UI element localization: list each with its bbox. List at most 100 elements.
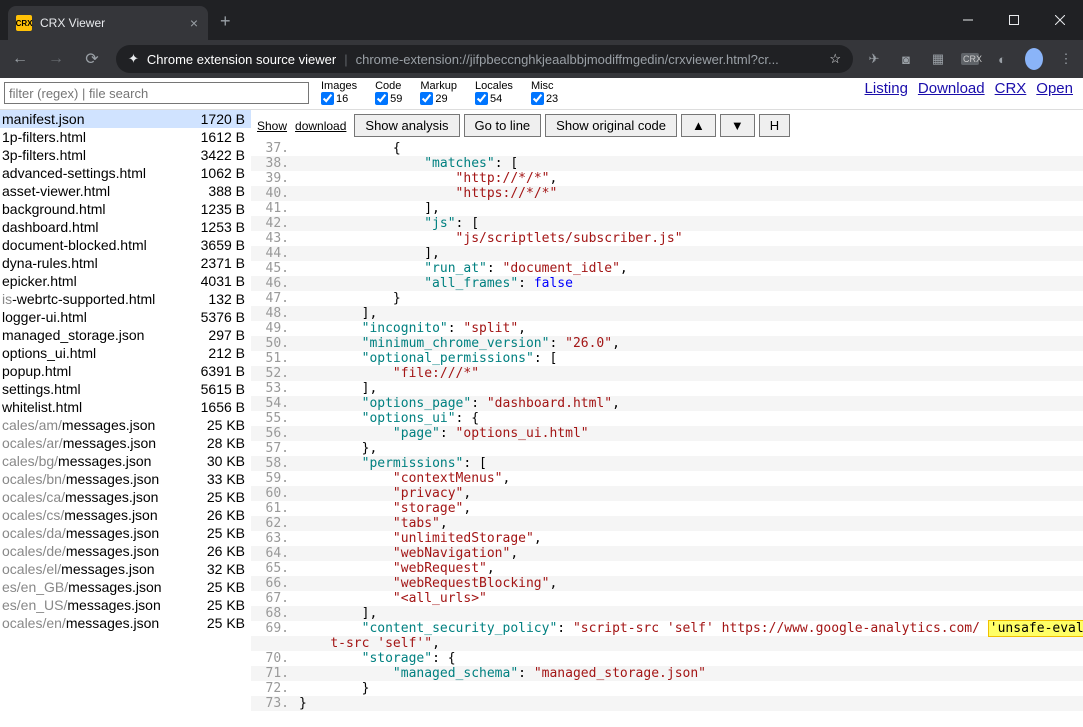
file-row[interactable]: ocales/cs/messages.json26 KB: [0, 506, 251, 524]
ext-icon-1[interactable]: ✈: [865, 51, 883, 67]
download-link[interactable]: Download: [918, 80, 985, 97]
stat-checkbox[interactable]: [531, 92, 544, 105]
code-line: 71. "managed_schema": "managed_storage.j…: [251, 666, 1083, 681]
code-content: "webNavigation",: [299, 546, 518, 561]
file-row[interactable]: is-webrtc-supported.html132 B: [0, 290, 251, 308]
file-row[interactable]: 1p-filters.html1612 B: [0, 128, 251, 146]
crx-link[interactable]: CRX: [995, 80, 1027, 97]
file-name: es/en_US/messages.json: [2, 597, 161, 613]
maximize-button[interactable]: [991, 4, 1037, 36]
line-number: 42.: [251, 216, 299, 231]
file-row[interactable]: ocales/bn/messages.json33 KB: [0, 470, 251, 488]
file-row[interactable]: epicker.html4031 B: [0, 272, 251, 290]
browser-tab[interactable]: CRX CRX Viewer ×: [8, 6, 208, 40]
close-tab-icon[interactable]: ×: [190, 15, 198, 31]
file-name: dashboard.html: [2, 219, 99, 235]
file-name: ocales/ca/messages.json: [2, 489, 158, 505]
file-row[interactable]: ocales/ca/messages.json25 KB: [0, 488, 251, 506]
file-row[interactable]: manifest.json1720 B: [0, 110, 251, 128]
code-content: "matches": [: [299, 156, 518, 171]
go-to-line-button[interactable]: Go to line: [464, 114, 542, 137]
ext-icon-5[interactable]: ◐: [993, 52, 1011, 67]
line-number: 44.: [251, 246, 299, 261]
forward-button[interactable]: →: [44, 50, 68, 68]
nav-up-button[interactable]: ▲: [681, 114, 716, 137]
new-tab-button[interactable]: +: [220, 11, 231, 32]
code-line: 58. "permissions": [: [251, 456, 1083, 471]
code-line: 66. "webRequestBlocking",: [251, 576, 1083, 591]
stat-locales: Locales54: [475, 80, 513, 105]
file-row[interactable]: ocales/en/messages.json25 KB: [0, 614, 251, 632]
file-list[interactable]: manifest.json1720 B1p-filters.html1612 B…: [0, 110, 251, 727]
file-row[interactable]: dyna-rules.html2371 B: [0, 254, 251, 272]
code-viewer[interactable]: 37. {38. "matches": [39. "http://*/*",40…: [251, 141, 1083, 727]
address-bar[interactable]: ✦ Chrome extension source viewer | chrom…: [116, 45, 853, 73]
code-line: 72. }: [251, 681, 1083, 696]
nav-down-button[interactable]: ▼: [720, 114, 755, 137]
download-file-link[interactable]: download: [295, 119, 346, 133]
menu-icon[interactable]: ⋮: [1057, 51, 1075, 67]
file-size: 25 KB: [207, 417, 245, 433]
browser-toolbar: ← → ⟳ ✦ Chrome extension source viewer |…: [0, 40, 1083, 78]
code-content: "privacy",: [299, 486, 471, 501]
file-row[interactable]: asset-viewer.html388 B: [0, 182, 251, 200]
file-row[interactable]: background.html1235 B: [0, 200, 251, 218]
reload-button[interactable]: ⟳: [80, 49, 104, 69]
star-icon[interactable]: ☆: [829, 51, 841, 67]
show-original-button[interactable]: Show original code: [545, 114, 677, 137]
file-row[interactable]: cales/am/messages.json25 KB: [0, 416, 251, 434]
stat-checkbox[interactable]: [375, 92, 388, 105]
line-number: 43.: [251, 231, 299, 246]
file-name: 1p-filters.html: [2, 129, 86, 145]
file-row[interactable]: 3p-filters.html3422 B: [0, 146, 251, 164]
code-line: 73.}: [251, 696, 1083, 711]
code-line: 69. "content_security_policy": "script-s…: [251, 621, 1083, 636]
file-row[interactable]: popup.html6391 B: [0, 362, 251, 380]
file-row[interactable]: es/en_US/messages.json25 KB: [0, 596, 251, 614]
code-line: 37. {: [251, 141, 1083, 156]
file-row[interactable]: ocales/ar/messages.json28 KB: [0, 434, 251, 452]
file-row[interactable]: dashboard.html1253 B: [0, 218, 251, 236]
stat-checkbox[interactable]: [475, 92, 488, 105]
file-name: ocales/de/messages.json: [2, 543, 159, 559]
stat-checkbox[interactable]: [420, 92, 433, 105]
file-size: 25 KB: [207, 579, 245, 595]
toggle-h-button[interactable]: H: [759, 114, 790, 137]
file-row[interactable]: cales/bg/messages.json30 KB: [0, 452, 251, 470]
code-line: 49. "incognito": "split",: [251, 321, 1083, 336]
stat-checkbox[interactable]: [321, 92, 334, 105]
file-row[interactable]: es/en_GB/messages.json25 KB: [0, 578, 251, 596]
file-size: 25 KB: [207, 525, 245, 541]
file-row[interactable]: settings.html5615 B: [0, 380, 251, 398]
ext-icon-4[interactable]: CRX: [961, 53, 979, 65]
line-number: 41.: [251, 201, 299, 216]
file-row[interactable]: whitelist.html1656 B: [0, 398, 251, 416]
file-row[interactable]: ocales/de/messages.json26 KB: [0, 542, 251, 560]
file-row[interactable]: advanced-settings.html1062 B: [0, 164, 251, 182]
code-line: 67. "<all_urls>": [251, 591, 1083, 606]
file-row[interactable]: options_ui.html212 B: [0, 344, 251, 362]
code-line: 38. "matches": [: [251, 156, 1083, 171]
close-window-button[interactable]: [1037, 4, 1083, 36]
listing-link[interactable]: Listing: [865, 80, 908, 97]
file-row[interactable]: ocales/da/messages.json25 KB: [0, 524, 251, 542]
search-input[interactable]: [4, 82, 309, 104]
open-link[interactable]: Open: [1036, 80, 1073, 97]
ext-icon-3[interactable]: ▦: [929, 51, 947, 67]
line-number: 71.: [251, 666, 299, 681]
ext-icon-2[interactable]: ◙: [897, 52, 915, 67]
line-number: 56.: [251, 426, 299, 441]
file-row[interactable]: ocales/el/messages.json32 KB: [0, 560, 251, 578]
file-row[interactable]: managed_storage.json297 B: [0, 326, 251, 344]
code-line: 41. ],: [251, 201, 1083, 216]
code-content: "content_security_policy": "script-src '…: [299, 621, 1083, 636]
minimize-button[interactable]: [945, 4, 991, 36]
code-content: }: [299, 696, 307, 711]
file-row[interactable]: document-blocked.html3659 B: [0, 236, 251, 254]
profile-avatar[interactable]: [1025, 48, 1043, 70]
file-size: 28 KB: [207, 435, 245, 451]
show-link[interactable]: Show: [257, 119, 287, 133]
back-button[interactable]: ←: [8, 50, 32, 68]
file-row[interactable]: logger-ui.html5376 B: [0, 308, 251, 326]
show-analysis-button[interactable]: Show analysis: [354, 114, 459, 137]
